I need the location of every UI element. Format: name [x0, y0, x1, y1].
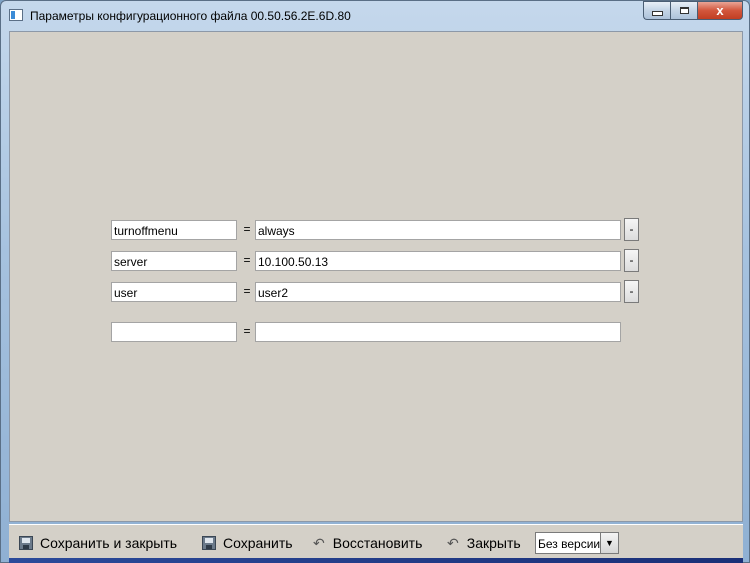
caption-buttons: x — [643, 1, 743, 21]
bottom-edge-strip — [9, 558, 743, 563]
new-key-field[interactable] — [111, 322, 237, 342]
close-icon: x — [716, 3, 724, 18]
close-window-button[interactable]: x — [697, 1, 743, 20]
chevron-down-icon[interactable]: ▼ — [600, 533, 618, 553]
maximize-icon — [679, 7, 689, 14]
param-key-field[interactable]: user — [111, 282, 237, 302]
save-and-close-button[interactable]: Сохранить и закрыть — [19, 534, 177, 552]
param-value-field[interactable]: always — [255, 220, 621, 240]
param-value-field[interactable]: user2 — [255, 282, 621, 302]
save-button[interactable]: Сохранить — [202, 534, 293, 552]
config-window: Параметры конфигурационного файла 00.50.… — [0, 0, 750, 563]
param-value-field[interactable]: 10.100.50.13 — [255, 251, 621, 271]
new-value-field[interactable] — [255, 322, 621, 342]
undo-icon: ↶ — [313, 534, 325, 551]
save-and-close-label: Сохранить и закрыть — [40, 535, 178, 551]
equals-sign: = — [243, 284, 251, 298]
floppy-close-icon — [19, 536, 33, 550]
minimize-icon — [651, 11, 663, 16]
param-key-field[interactable]: server — [111, 251, 237, 271]
floppy-icon — [202, 536, 216, 550]
minimize-button[interactable] — [643, 1, 670, 20]
delete-row-button[interactable]: - — [624, 249, 639, 272]
equals-sign: = — [243, 324, 251, 338]
delete-row-button[interactable]: - — [624, 280, 639, 303]
restore-button[interactable]: ↶ Восстановить — [313, 534, 422, 552]
title-bar[interactable]: Параметры конфигурационного файла 00.50.… — [1, 1, 749, 29]
window-title: Параметры конфигурационного файла 00.50.… — [30, 9, 351, 23]
equals-sign: = — [243, 222, 251, 236]
restore-label: Восстановить — [332, 535, 423, 551]
close-label: Закрыть — [466, 535, 521, 551]
close-button[interactable]: ↶ Закрыть — [447, 534, 521, 552]
save-label: Сохранить — [223, 535, 293, 551]
version-select[interactable]: Без версии ▼ — [535, 532, 619, 554]
equals-sign: = — [243, 253, 251, 267]
version-selected-value: Без версии — [538, 537, 601, 551]
bottom-toolbar: Сохранить и закрыть Сохранить ↶ Восстано… — [9, 524, 743, 559]
parameters-panel: turnoffmenu = always - server = 10.100.5… — [9, 31, 743, 522]
delete-row-button[interactable]: - — [624, 218, 639, 241]
maximize-button[interactable] — [670, 1, 697, 20]
undo-icon: ↶ — [447, 534, 459, 551]
param-key-field[interactable]: turnoffmenu — [111, 220, 237, 240]
window-icon — [9, 9, 23, 21]
